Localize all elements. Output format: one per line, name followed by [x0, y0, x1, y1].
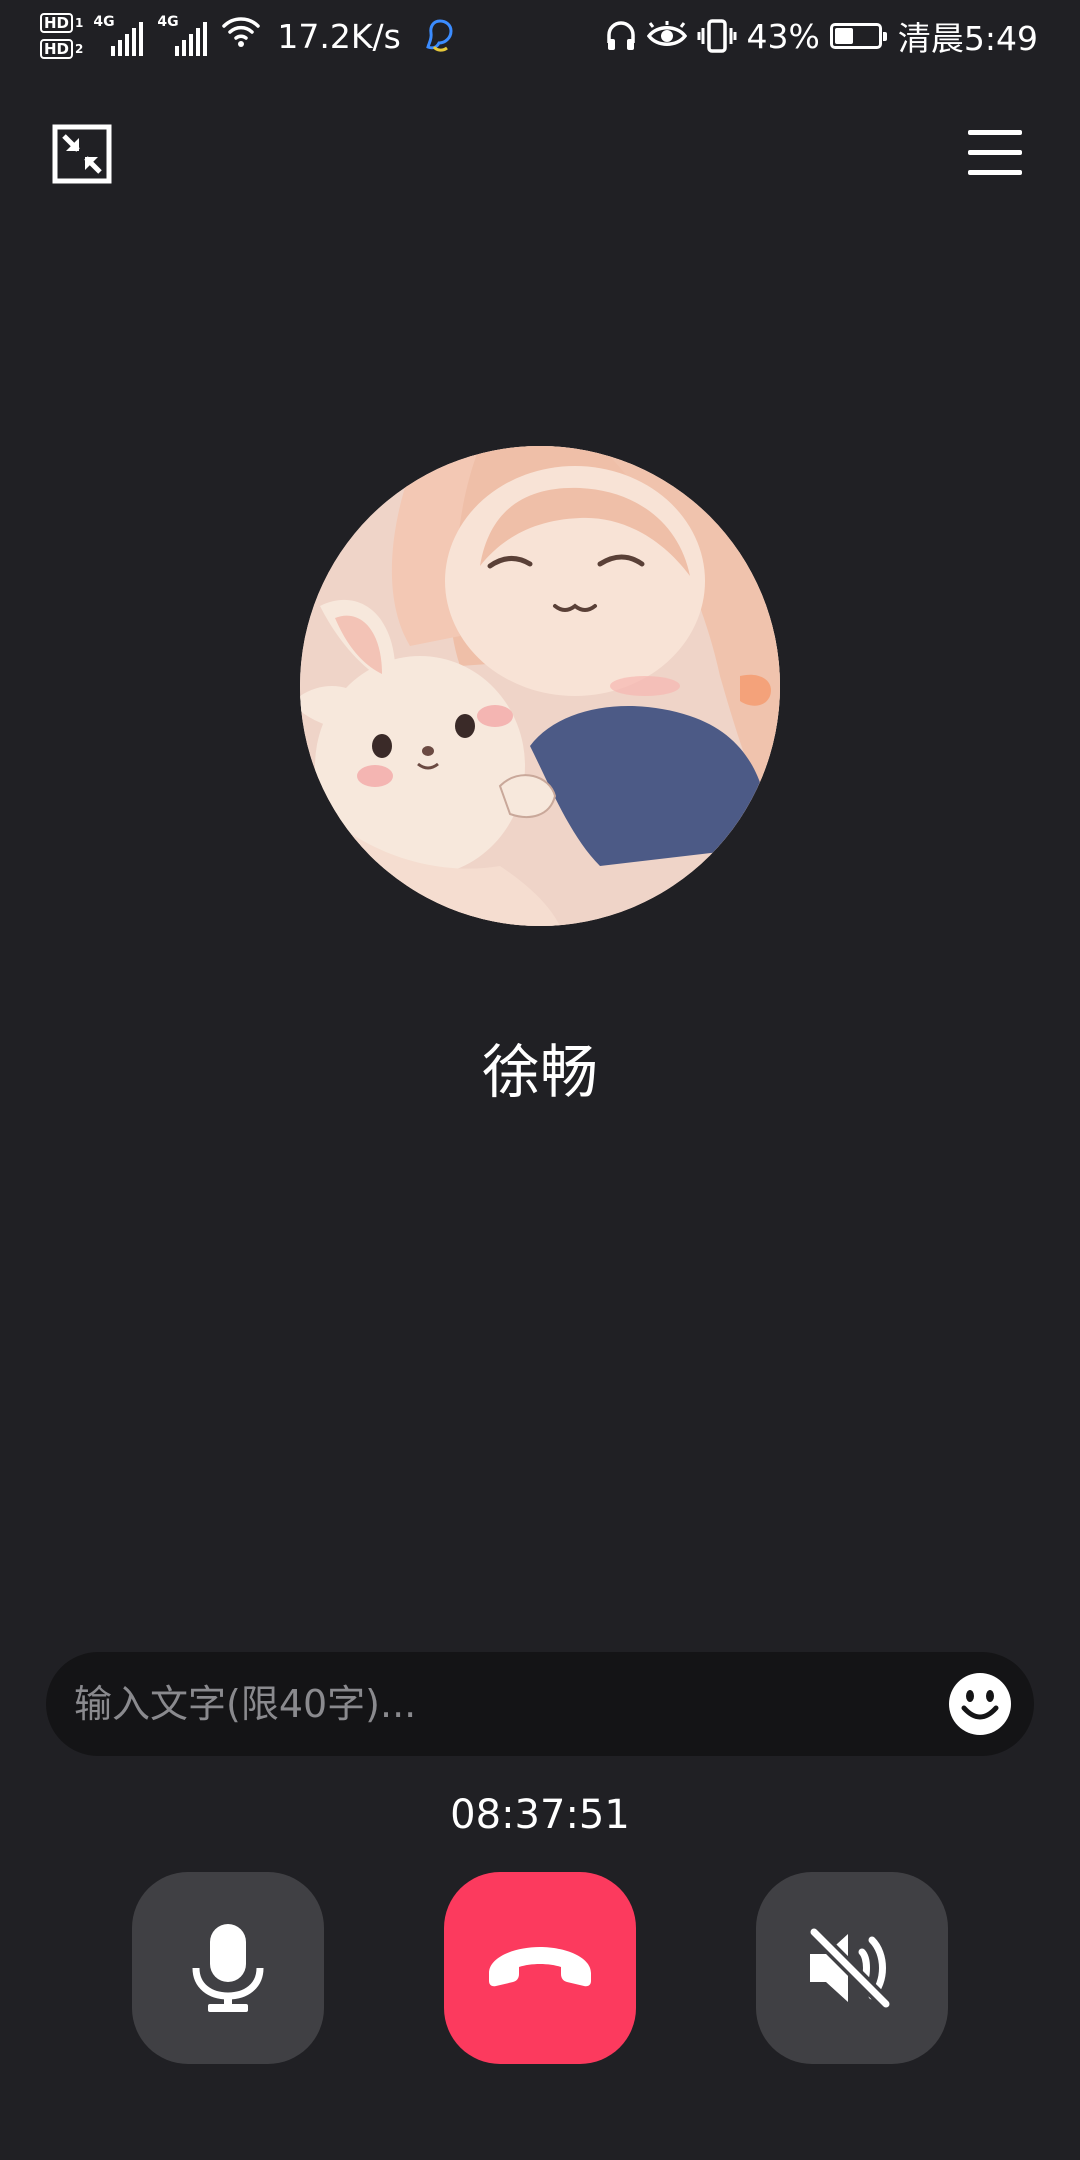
- minimize-window-icon: [52, 124, 112, 184]
- voice-call-screen: HD 1 HD 2 4G 4G 17.2K/s 43% 清晨5:49 徐畅 输入…: [0, 0, 1080, 2160]
- mute-microphone-button[interactable]: [132, 1872, 324, 2064]
- emoji-smile-icon: [949, 1673, 1011, 1735]
- menu-icon: [968, 130, 1022, 175]
- microphone-icon: [192, 1924, 264, 2012]
- avatar-image: [300, 446, 780, 926]
- sim2-hd-label: HD: [40, 39, 74, 59]
- caller-name: 徐畅: [481, 1038, 598, 1106]
- status-bar-right: 43% 清晨5:49: [605, 8, 1038, 64]
- wifi-icon: [221, 15, 261, 57]
- speaker-toggle-button[interactable]: [756, 1872, 948, 2064]
- battery-icon: [829, 23, 887, 49]
- emoji-button[interactable]: [948, 1672, 1012, 1736]
- sim2-index: 2: [75, 42, 84, 56]
- hd-icon: HD 1 HD 2: [40, 13, 83, 59]
- status-time: 清晨5:49: [897, 19, 1038, 58]
- message-input[interactable]: [74, 1652, 954, 1756]
- status-bar: HD 1 HD 2 4G 4G 17.2K/s 43% 清晨5:49: [0, 0, 1080, 72]
- signal-icon: 4G: [93, 14, 144, 56]
- menu-button[interactable]: [966, 128, 1024, 178]
- headphones-icon: [605, 19, 637, 53]
- eye-icon: [646, 21, 687, 51]
- minimize-window-button[interactable]: [52, 124, 112, 184]
- vibrate-icon: [697, 18, 737, 54]
- hang-up-button[interactable]: [444, 1872, 636, 2064]
- network-speed: 17.2K/s: [277, 16, 401, 56]
- app-notification-icon: [425, 17, 455, 55]
- battery-fill: [834, 28, 853, 44]
- sim1-hd-label: HD: [40, 13, 74, 33]
- speaker-off-icon: [807, 1928, 893, 2008]
- battery-percent: 43%: [746, 16, 820, 56]
- signal-icon: 4G: [157, 14, 208, 56]
- status-bar-left: HD 1 HD 2 4G 4G 17.2K/s: [40, 8, 465, 64]
- avatar: [300, 446, 780, 926]
- message-bar: [46, 1652, 1034, 1756]
- hang-up-icon: [489, 1947, 591, 1987]
- call-duration: 08:37:51: [450, 1792, 630, 1838]
- network-type-1: 4G: [93, 14, 115, 30]
- network-type-2: 4G: [157, 14, 179, 30]
- sim1-index: 1: [75, 16, 84, 30]
